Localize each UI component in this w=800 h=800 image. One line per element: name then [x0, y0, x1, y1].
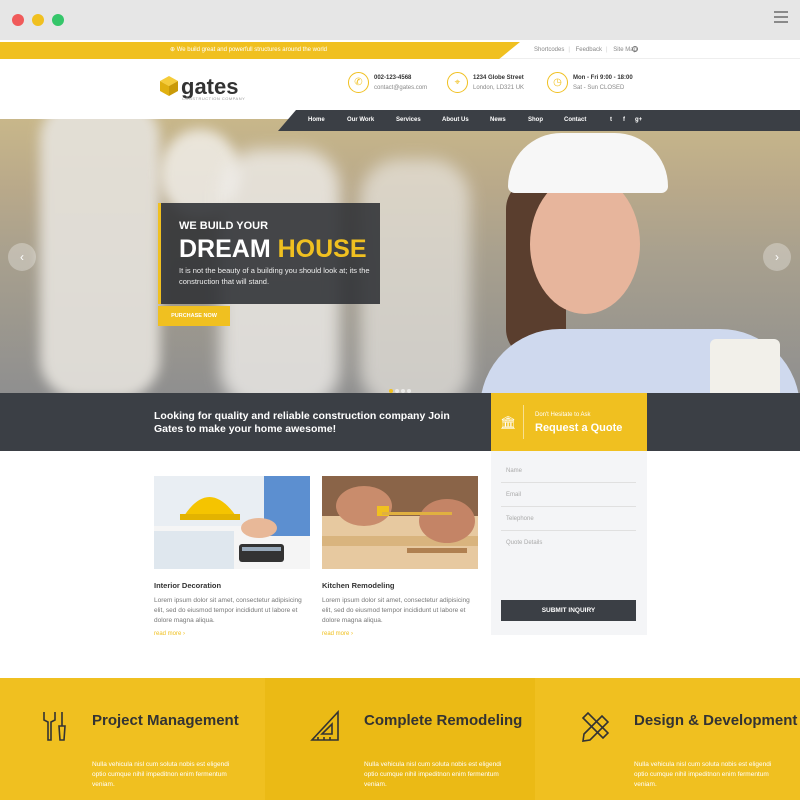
quote-header: 🏛 Don't Hesitate to Ask Request a Quote [491, 393, 647, 451]
search-icon[interactable] [632, 46, 638, 52]
feature-body: Nulla vehicula nisl cum soluta nobis est… [92, 761, 230, 788]
quote-details-field[interactable]: Quote Details [501, 533, 636, 555]
nav-home[interactable]: Home [308, 117, 325, 123]
main-nav: Home Our Work Services About Us News Sho… [278, 110, 800, 131]
feature-design-development: Design & Development Nulla vehicula nisl… [535, 678, 800, 800]
address-street: 1234 Globe Street [473, 75, 524, 81]
close-window-dot[interactable] [12, 14, 24, 26]
contact-email[interactable]: contact@gates.com [374, 85, 427, 91]
name-field[interactable]: Name [501, 461, 636, 483]
email-field[interactable]: Email [501, 485, 636, 507]
top-bar: ⊕ We build great and powerfull structure… [0, 42, 800, 59]
quote-form: Name Email Telephone Quote Details SUBMI… [491, 451, 647, 635]
quote-subtitle: Don't Hesitate to Ask [535, 412, 591, 418]
kitchen-remodeling-image[interactable] [322, 476, 478, 569]
browser-chrome [0, 0, 800, 40]
building-icon: 🏛 [500, 415, 517, 430]
nav-our-work[interactable]: Our Work [347, 117, 374, 123]
nav-about-us[interactable]: About Us [442, 117, 469, 123]
hero-caption: WE BUILD YOUR DREAM HOUSE It is not the … [158, 203, 380, 304]
feature-body: Nulla vehicula nisl cum soluta nobis est… [364, 761, 502, 788]
clock-icon: ◷ [547, 72, 568, 93]
hero-headline-a: DREAM [179, 235, 271, 263]
google-plus-icon[interactable]: g+ [635, 117, 642, 123]
top-link-shortcodes[interactable]: Shortcodes [534, 47, 564, 53]
hero-text: It is not the beauty of a building you s… [179, 266, 370, 286]
nav-news[interactable]: News [490, 117, 506, 123]
top-links: Shortcodes | Feedback | Site Map [534, 47, 637, 53]
feature-title: Project Management [92, 712, 239, 729]
slider-next-arrow-icon[interactable]: › [763, 243, 791, 271]
card-title[interactable]: Interior Decoration [154, 581, 221, 590]
top-bar-message: ⊕ We build great and powerfull structure… [170, 47, 327, 53]
feature-title: Design & Development [634, 712, 798, 729]
logo-cube-icon[interactable] [160, 76, 178, 96]
hours-weekday: Mon - Fri 9:00 - 18:00 [573, 75, 633, 81]
ruler-triangle-icon [310, 710, 339, 741]
card-body: Lorem ipsum dolor sit amet, consectetur … [154, 597, 302, 624]
feature-project-management: Project Management Nulla vehicula nisl c… [0, 678, 265, 800]
read-more-link[interactable]: read more › [322, 631, 353, 637]
submit-inquiry-button[interactable]: SUBMIT INQUIRY [501, 600, 636, 621]
hours-weekend: Sat - Sun CLOSED [573, 85, 625, 91]
feature-complete-remodeling: Complete Remodeling Nulla vehicula nisl … [265, 678, 535, 800]
hero-headline: DREAM HOUSE [179, 235, 367, 264]
card-body: Lorem ipsum dolor sit amet, consectetur … [322, 597, 470, 624]
facebook-icon[interactable]: f [623, 117, 625, 123]
minimize-window-dot[interactable] [32, 14, 44, 26]
top-link-feedback[interactable]: Feedback [576, 47, 602, 53]
twitter-icon[interactable]: t [610, 117, 612, 123]
nav-shop[interactable]: Shop [528, 117, 543, 123]
address-city: London, LD321 UK [473, 85, 525, 91]
nav-contact[interactable]: Contact [564, 117, 586, 123]
read-more-link[interactable]: read more › [154, 631, 185, 637]
hero-kicker: WE BUILD YOUR [179, 220, 269, 232]
hero-headline-b: HOUSE [277, 235, 367, 263]
menu-icon[interactable] [774, 11, 788, 27]
hero-slider [0, 119, 800, 393]
interior-decoration-image[interactable] [154, 476, 310, 569]
slider-prev-arrow-icon[interactable]: ‹ [8, 243, 36, 271]
maximize-window-dot[interactable] [52, 14, 64, 26]
tools-icon [43, 712, 66, 741]
pencil-ruler-icon [581, 711, 610, 742]
map-pin-icon: ⌖ [447, 72, 468, 93]
logo-tagline: CONSTRUCTION COMPANY [182, 96, 246, 101]
feature-body: Nulla vehicula nisl cum soluta nobis est… [634, 761, 772, 788]
purchase-now-button[interactable]: PURCHASE NOW [158, 306, 230, 326]
feature-title: Complete Remodeling [364, 712, 523, 729]
phone-number[interactable]: 002-123-4568 [374, 75, 411, 81]
nav-services[interactable]: Services [396, 117, 421, 123]
phone-icon: ✆ [348, 72, 369, 93]
card-title[interactable]: Kitchen Remodeling [322, 581, 395, 590]
quote-title: Request a Quote [535, 422, 623, 434]
cta-band: Looking for quality and reliable constru… [0, 393, 800, 451]
telephone-field[interactable]: Telephone [501, 509, 636, 531]
cta-text: Looking for quality and reliable constru… [154, 410, 450, 435]
